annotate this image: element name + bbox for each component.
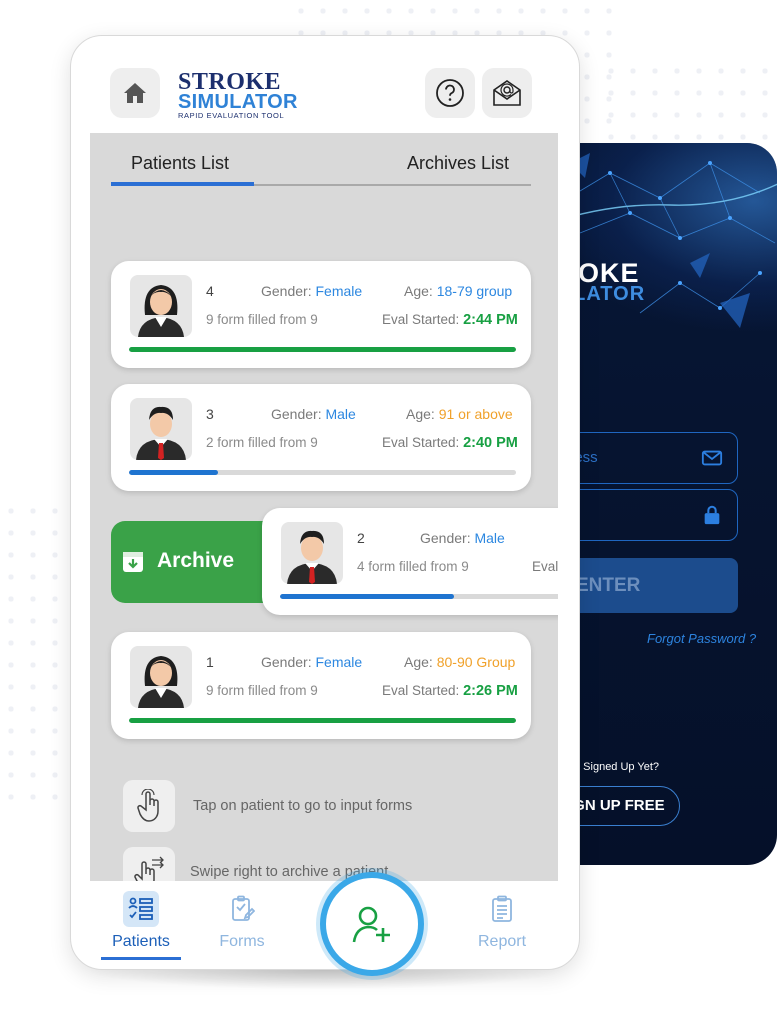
archive-icon bbox=[123, 552, 143, 572]
nav-patients-label: Patients bbox=[112, 933, 170, 950]
help-button[interactable] bbox=[425, 68, 475, 118]
forms-filled: 2 form filled from 9 bbox=[206, 435, 318, 450]
nav-active-indicator bbox=[101, 957, 181, 960]
report-clipboard-icon bbox=[484, 891, 520, 927]
logo-title: STROKE bbox=[178, 69, 282, 95]
progress-bar bbox=[129, 718, 516, 723]
patient-card[interactable]: 4 Gender: Female Age: 18-79 group 9 form… bbox=[111, 261, 531, 368]
forgot-password-link[interactable]: Forgot Password ? bbox=[647, 631, 756, 646]
forms-filled: 9 form filled from 9 bbox=[206, 683, 318, 698]
app-logo: STROKE SIMULATOR RAPID EVALUATION TOOL bbox=[178, 69, 328, 120]
eval-started: Eval bbox=[532, 559, 558, 574]
eval-started: Eval Started: 2:26 PM bbox=[382, 683, 518, 699]
add-patient-button[interactable] bbox=[320, 872, 424, 976]
tab-active-indicator bbox=[111, 182, 254, 186]
patient-card[interactable]: 3 Gender: Male Age: 91 or above 2 form f… bbox=[111, 384, 531, 491]
nav-report[interactable]: Report bbox=[462, 891, 542, 951]
patient-gender: Gender: Female bbox=[261, 283, 363, 299]
eval-started: Eval Started: 2:44 PM bbox=[382, 312, 518, 328]
nav-report-label: Report bbox=[477, 933, 527, 950]
nav-patients[interactable]: Patients bbox=[101, 891, 181, 951]
male-avatar bbox=[130, 398, 192, 460]
tap-hint-icon-box bbox=[123, 780, 175, 832]
male-avatar bbox=[281, 522, 343, 584]
patients-screen: STROKE SIMULATOR RAPID EVALUATION TOOL P… bbox=[90, 55, 558, 960]
question-icon bbox=[436, 79, 464, 107]
forms-filled: 4 form filled from 9 bbox=[357, 559, 469, 574]
tab-patients-list[interactable]: Patients List bbox=[131, 153, 229, 174]
progress-bar bbox=[129, 347, 516, 352]
main-content: Patients List Archives List 4 Gender: Fe… bbox=[90, 133, 558, 899]
background-dots bbox=[600, 60, 777, 150]
contact-button[interactable] bbox=[482, 68, 532, 118]
patient-gender: Gender: Male bbox=[420, 530, 505, 546]
envelope-icon bbox=[701, 450, 723, 466]
lock-icon bbox=[704, 505, 720, 525]
forms-clipboard-icon bbox=[224, 891, 260, 927]
patient-gender: Gender: Male bbox=[271, 406, 356, 422]
patient-age: Age: 18-79 group bbox=[404, 283, 513, 299]
tap-hand-icon bbox=[137, 789, 159, 822]
patient-number: 2 bbox=[357, 530, 365, 546]
email-icon bbox=[493, 80, 521, 106]
patient-gender: Gender: Female bbox=[261, 654, 363, 670]
progress-bar bbox=[129, 470, 516, 475]
female-avatar bbox=[130, 275, 192, 337]
logo-tagline: RAPID EVALUATION TOOL bbox=[178, 111, 285, 120]
add-user-icon bbox=[352, 906, 390, 943]
patient-number: 4 bbox=[206, 283, 214, 299]
tab-bar: Patients List Archives List bbox=[90, 133, 558, 186]
archive-label: Archive bbox=[157, 549, 235, 572]
header: STROKE SIMULATOR RAPID EVALUATION TOOL bbox=[90, 55, 558, 133]
eval-started: Eval Started: 2:40 PM bbox=[382, 435, 518, 451]
logo-subtitle: SIMULATOR bbox=[178, 91, 298, 113]
nav-forms[interactable]: Forms bbox=[202, 891, 282, 951]
forms-filled: 9 form filled from 9 bbox=[206, 312, 318, 327]
patient-age: Age: 80-90 Group bbox=[404, 654, 516, 670]
female-avatar bbox=[130, 646, 192, 708]
patient-number: 1 bbox=[206, 654, 214, 670]
tap-hint-text: Tap on patient to go to input forms bbox=[193, 798, 413, 814]
tab-archives-list[interactable]: Archives List bbox=[407, 153, 509, 174]
home-icon bbox=[124, 83, 146, 103]
nav-forms-label: Forms bbox=[219, 933, 265, 950]
progress-bar bbox=[280, 594, 558, 599]
patients-list-icon bbox=[123, 891, 159, 927]
patient-card[interactable]: 1 Gender: Female Age: 80-90 Group 9 form… bbox=[111, 632, 531, 739]
patient-age: Age: 91 or above bbox=[406, 406, 513, 422]
patient-number: 3 bbox=[206, 406, 214, 422]
background-dots bbox=[0, 500, 70, 800]
patient-card-swiped[interactable]: 2 Gender: Male 4 form filled from 9 Eval bbox=[262, 508, 558, 615]
home-button[interactable] bbox=[110, 68, 160, 118]
